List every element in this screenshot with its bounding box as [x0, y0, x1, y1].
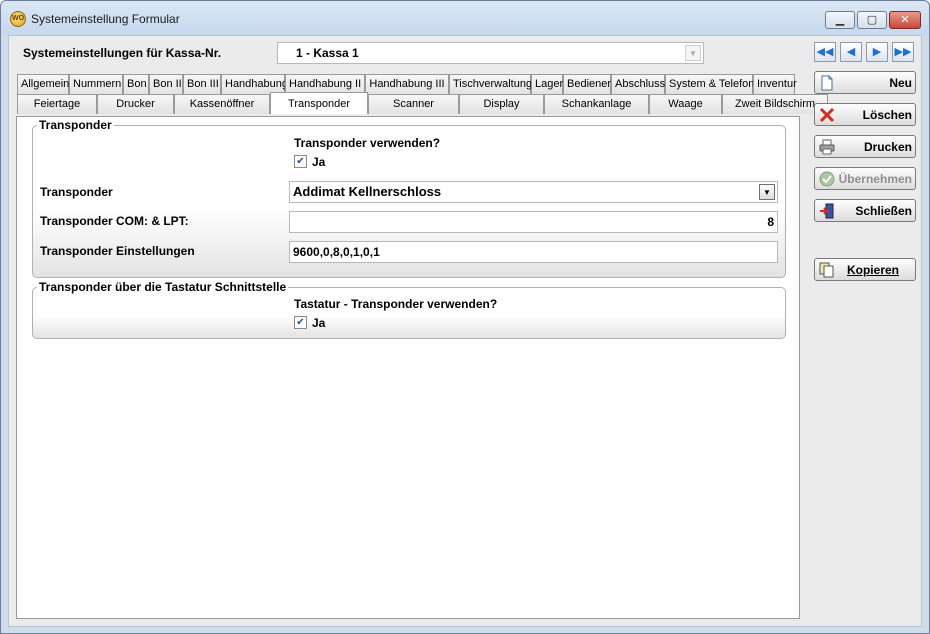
wo-app-icon: WO [10, 11, 26, 27]
tab-bon-iii[interactable]: Bon III [183, 74, 221, 94]
group-keyboard-transponder-title: Transponder über die Tastatur Schnittste… [37, 280, 289, 294]
next-record-button[interactable]: ▶ [866, 42, 888, 62]
app-window: WO Systemeinstellung Formular ▁ ▢ ✕ Syst… [0, 0, 930, 634]
group-transponder-title: Transponder [37, 118, 114, 132]
close-button[interactable]: Schließen [814, 199, 916, 222]
tab-lager[interactable]: Lager [531, 74, 563, 94]
tab-nummern[interactable]: Nummern [69, 74, 123, 94]
delete-button-label: Löschen [862, 108, 912, 122]
group-keyboard-transponder: Transponder über die Tastatur Schnittste… [32, 280, 786, 339]
tab-display[interactable]: Display [459, 94, 544, 114]
apply-button[interactable]: Übernehmen [814, 167, 916, 190]
tab-bediener[interactable]: Bediener [563, 74, 611, 94]
last-record-button[interactable]: ▶▶ [892, 42, 914, 62]
tab-feiertage[interactable]: Feiertage [17, 94, 97, 114]
tab-waage[interactable]: Waage [649, 94, 722, 114]
first-record-button[interactable]: ◀◀ [814, 42, 836, 62]
group-transponder: Transponder Transponder verwenden? ✔ Ja … [32, 118, 786, 278]
close-button-label: Schließen [855, 204, 912, 218]
settings-input[interactable]: 9600,0,8,0,1,0,1 [289, 241, 778, 263]
com-lpt-input[interactable]: 8 [289, 211, 778, 233]
chevron-down-icon[interactable]: ▼ [685, 45, 701, 61]
chevron-down-icon[interactable]: ▼ [759, 184, 775, 200]
new-button[interactable]: Neu [814, 71, 916, 94]
transponder-use-checkbox[interactable]: ✔ [294, 155, 307, 168]
com-lpt-label: Transponder COM: & LPT: [40, 214, 189, 228]
title-bar: WO Systemeinstellung Formular ▁ ▢ ✕ [1, 1, 929, 35]
tab-handhabung[interactable]: Handhabung [221, 74, 288, 94]
prev-record-button[interactable]: ◀ [840, 42, 862, 62]
keyboard-transponder-label: Ja [312, 316, 326, 330]
delete-x-icon [819, 107, 835, 123]
window-title: Systemeinstellung Formular [31, 12, 180, 26]
tabs-row-1: Allgemein Nummern Bon Bon II Bon III Handhabu… [17, 74, 797, 94]
tab-bon-ii[interactable]: Bon II [149, 74, 183, 94]
apply-check-icon [819, 171, 835, 187]
tab-handhabung-iii[interactable]: Handhabung III [365, 74, 449, 94]
kassa-select[interactable]: 1 - Kassa 1 ▼ [277, 42, 704, 64]
print-button-label: Drucken [863, 140, 912, 154]
print-button[interactable]: Drucken [814, 135, 916, 158]
tab-bon[interactable]: Bon [123, 74, 149, 94]
transponder-use-question: Transponder verwenden? [294, 136, 441, 150]
tab-handhabung-ii[interactable]: Handhabung II [285, 74, 365, 94]
transponder-use-label: Ja [312, 155, 326, 169]
copy-icon [819, 262, 835, 278]
minimize-button[interactable]: ▁ [825, 11, 855, 29]
exit-door-icon [819, 203, 835, 219]
tab-system-telefon[interactable]: System & Telefon [665, 74, 754, 94]
tab-zweit-bildschirm[interactable]: Zweit Bildschirm [722, 94, 828, 114]
tab-tischverwaltung[interactable]: Tischverwaltung [449, 74, 532, 94]
close-window-button[interactable]: ✕ [889, 11, 921, 29]
tab-abschluss[interactable]: Abschluss [611, 74, 665, 94]
printer-icon [819, 139, 835, 155]
delete-button[interactable]: Löschen [814, 103, 916, 126]
maximize-button[interactable]: ▢ [857, 11, 887, 29]
tab-inventur[interactable]: Inventur [753, 74, 797, 94]
settings-label: Transponder Einstellungen [40, 244, 195, 258]
transponder-label: Transponder [40, 185, 113, 199]
copy-button[interactable]: Kopieren [814, 258, 916, 281]
new-button-label: Neu [889, 76, 912, 90]
keyboard-transponder-checkbox[interactable]: ✔ [294, 316, 307, 329]
tab-scanner[interactable]: Scanner [368, 94, 459, 114]
tabs-row-2: Feiertage Drucker Kassenöffner Transponder S… [17, 92, 828, 114]
tab-drucker[interactable]: Drucker [97, 94, 174, 114]
copy-button-label: Kopieren [846, 263, 899, 277]
tab-allgemein[interactable]: Allgemein [17, 74, 69, 94]
transponder-select-value: Addimat Kellnerschloss [293, 184, 442, 199]
tab-kassenöffner[interactable]: Kassenöffner [174, 94, 270, 114]
apply-button-label: Übernehmen [838, 172, 912, 186]
client-area: Systemeinstellungen für Kassa-Nr. 1 - Ka… [8, 35, 922, 627]
kassa-select-value: 1 - Kassa 1 [296, 46, 359, 60]
tab-transponder[interactable]: Transponder [270, 92, 368, 114]
kassa-label: Systemeinstellungen für Kassa-Nr. [23, 46, 222, 60]
tab-panel-transponder: Transponder Transponder verwenden? ✔ Ja … [16, 116, 800, 619]
tab-schankanlage[interactable]: Schankanlage [544, 94, 649, 114]
keyboard-transponder-question: Tastatur - Transponder verwenden? [294, 297, 498, 311]
new-document-icon [819, 75, 835, 91]
transponder-select[interactable]: Addimat Kellnerschloss ▼ [289, 181, 778, 203]
